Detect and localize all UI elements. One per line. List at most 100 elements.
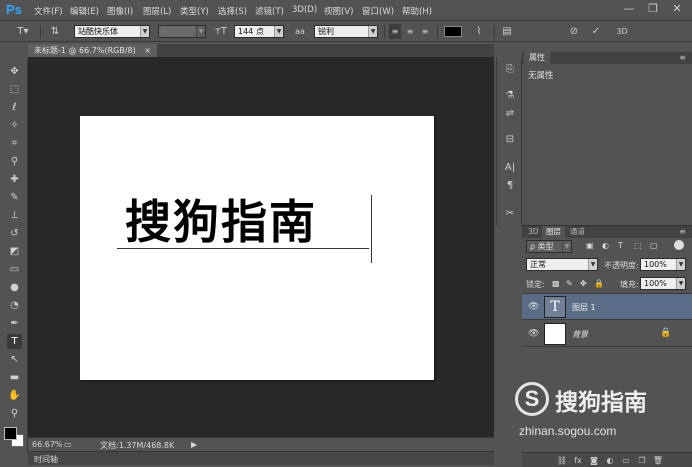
- menu-view[interactable]: 视图(V): [324, 5, 353, 17]
- menu-edit[interactable]: 编辑(E): [70, 5, 99, 17]
- new-layer-icon[interactable]: ❐: [636, 455, 648, 467]
- menu-type[interactable]: 类型(Y): [180, 5, 209, 17]
- cancel-icon[interactable]: ⊘: [567, 24, 581, 39]
- fill-input[interactable]: 100% ▼: [640, 277, 686, 290]
- text-tool-preset-icon[interactable]: T▾: [10, 24, 36, 39]
- panel-menu-icon[interactable]: ≡: [679, 227, 686, 236]
- mask-icon[interactable]: ◙: [588, 455, 600, 467]
- blur-tool-icon[interactable]: ●: [7, 280, 22, 295]
- brush-tool-icon[interactable]: ✎: [7, 190, 22, 205]
- adjustment-icon[interactable]: ◐: [604, 455, 616, 467]
- magic-wand-icon[interactable]: ✧: [7, 118, 22, 133]
- menu-3d[interactable]: 3D(D): [292, 5, 317, 15]
- actions-panel-icon[interactable]: ⚗: [503, 89, 517, 103]
- canvas-text-layer[interactable]: 搜狗指南: [125, 193, 317, 251]
- foreground-color-swatch[interactable]: [4, 427, 17, 440]
- layer-filter-select[interactable]: ρ 类型 ▼: [526, 240, 572, 253]
- dodge-tool-icon[interactable]: ◔: [7, 298, 22, 313]
- layer-row-background[interactable]: 👁 背景 🔒: [522, 321, 692, 347]
- gradient-tool-icon[interactable]: ▭: [7, 262, 22, 277]
- move-tool-icon[interactable]: ✥: [7, 64, 22, 79]
- eye-icon[interactable]: 👁: [528, 329, 539, 339]
- close-tab-icon[interactable]: ×: [144, 46, 151, 55]
- path-selection-icon[interactable]: ↖: [7, 352, 22, 367]
- menu-select[interactable]: 选择(S): [218, 5, 247, 17]
- font-family-select[interactable]: 站酷快乐体 ▼: [74, 25, 150, 38]
- menu-image[interactable]: 图像(I): [107, 5, 133, 17]
- eyedropper-icon[interactable]: ⚲: [7, 154, 22, 169]
- history-panel-icon[interactable]: ⎘: [503, 63, 517, 77]
- layer-name[interactable]: 背景: [572, 329, 588, 340]
- minimize-button[interactable]: —: [618, 0, 640, 18]
- font-style-select[interactable]: - ▼: [158, 25, 206, 38]
- font-size-select[interactable]: 144 点 ▼: [234, 25, 284, 38]
- lock-position-icon[interactable]: ✥: [580, 279, 587, 288]
- panel-menu-icon[interactable]: ≡: [679, 53, 686, 62]
- zoom-level[interactable]: 66.67%: [32, 440, 63, 449]
- zoom-tool-icon[interactable]: ⚲: [7, 406, 22, 421]
- layer-name[interactable]: 图层 1: [572, 302, 596, 313]
- tool-presets-icon[interactable]: ✂: [503, 207, 517, 221]
- filter-smart-object-icon[interactable]: ▢: [650, 241, 658, 250]
- menu-filter[interactable]: 滤镜(T): [255, 5, 284, 17]
- group-icon[interactable]: ▭: [620, 455, 632, 467]
- opacity-input[interactable]: 100% ▼: [640, 258, 686, 271]
- commit-icon[interactable]: ✓: [589, 24, 603, 39]
- tab-channels[interactable]: 通道: [566, 226, 589, 238]
- marquee-tool-icon[interactable]: ⬚: [7, 82, 22, 97]
- antialias-select[interactable]: 锐利 ▼: [314, 25, 378, 38]
- info-menu-arrow-icon[interactable]: ▶: [191, 440, 197, 449]
- filter-shape-icon[interactable]: ⬚: [634, 241, 642, 250]
- restore-button[interactable]: ❐: [642, 0, 664, 18]
- swatches-panel-icon[interactable]: ⊟: [503, 133, 517, 147]
- timeline-bar[interactable]: 时间轴: [28, 451, 494, 465]
- menu-window[interactable]: 窗口(W): [362, 5, 394, 17]
- align-right-icon[interactable]: ≡: [419, 24, 431, 39]
- document-tab[interactable]: 未标题-1 @ 66.7%(RGB/8) ×: [28, 44, 157, 57]
- toggle-orientation-icon[interactable]: ⇅: [46, 24, 64, 39]
- rectangle-tool-icon[interactable]: ▬: [7, 370, 22, 385]
- layer-row-text[interactable]: 👁 T 图层 1: [522, 294, 692, 320]
- filter-adjustment-icon[interactable]: ◐: [602, 241, 609, 250]
- menu-help[interactable]: 帮助(H): [402, 5, 432, 17]
- 3d-button[interactable]: 3D: [614, 24, 630, 39]
- type-tool-icon[interactable]: T: [7, 334, 22, 349]
- link-icon[interactable]: ⛓: [556, 455, 568, 467]
- history-brush-icon[interactable]: ↺: [7, 226, 22, 241]
- fx-icon[interactable]: fx: [572, 455, 584, 467]
- crop-tool-icon[interactable]: ⌗: [7, 136, 22, 151]
- eye-icon[interactable]: 👁: [528, 302, 539, 312]
- hand-tool-icon[interactable]: ✋: [7, 388, 22, 403]
- filter-type-icon[interactable]: T: [618, 241, 623, 250]
- properties-tab[interactable]: 属性: [524, 52, 550, 64]
- eraser-tool-icon[interactable]: ◩: [7, 244, 22, 259]
- pen-tool-icon[interactable]: ✒: [7, 316, 22, 331]
- filter-pixel-icon[interactable]: ▣: [586, 241, 594, 250]
- paragraph-panel-icon[interactable]: ¶: [503, 179, 517, 193]
- blend-mode-select[interactable]: 正常 ▼: [526, 258, 598, 271]
- export-icon[interactable]: ▭: [64, 440, 72, 449]
- lock-transparency-icon[interactable]: ▩: [552, 279, 560, 288]
- properties-panel: 属性 ≡ 无属性: [522, 52, 692, 222]
- character-panel-icon[interactable]: ▤: [500, 24, 514, 39]
- adjustments-panel-icon[interactable]: ⇌: [503, 107, 517, 121]
- tab-layers[interactable]: 图层: [542, 226, 565, 238]
- align-center-icon[interactable]: ≡: [404, 24, 416, 39]
- tab-3d[interactable]: 3D: [524, 226, 543, 238]
- menu-file[interactable]: 文件(F): [34, 5, 63, 17]
- clone-stamp-icon[interactable]: ⊥: [7, 208, 22, 223]
- lock-pixels-icon[interactable]: ✎: [566, 279, 573, 288]
- lasso-tool-icon[interactable]: ℓ: [7, 100, 22, 115]
- filter-toggle-icon[interactable]: [674, 240, 684, 250]
- warp-text-icon[interactable]: ⌇: [472, 24, 486, 39]
- close-window-button[interactable]: ✕: [666, 0, 688, 18]
- tools-panel: ✥ ⬚ ℓ ✧ ⌗ ⚲ ✚ ✎ ⊥ ↺ ◩ ▭ ● ◔ ✒ T ↖ ▬ ✋ ⚲: [0, 60, 28, 455]
- align-left-icon[interactable]: ≡: [389, 24, 401, 39]
- character-panel-icon[interactable]: A|: [503, 161, 517, 175]
- timeline-label[interactable]: 时间轴: [34, 454, 58, 465]
- menu-layer[interactable]: 图层(L): [143, 5, 171, 17]
- trash-icon[interactable]: 🗑: [652, 455, 664, 467]
- healing-brush-icon[interactable]: ✚: [7, 172, 22, 187]
- text-color-swatch[interactable]: [444, 26, 462, 37]
- lock-all-icon[interactable]: 🔒: [594, 279, 604, 288]
